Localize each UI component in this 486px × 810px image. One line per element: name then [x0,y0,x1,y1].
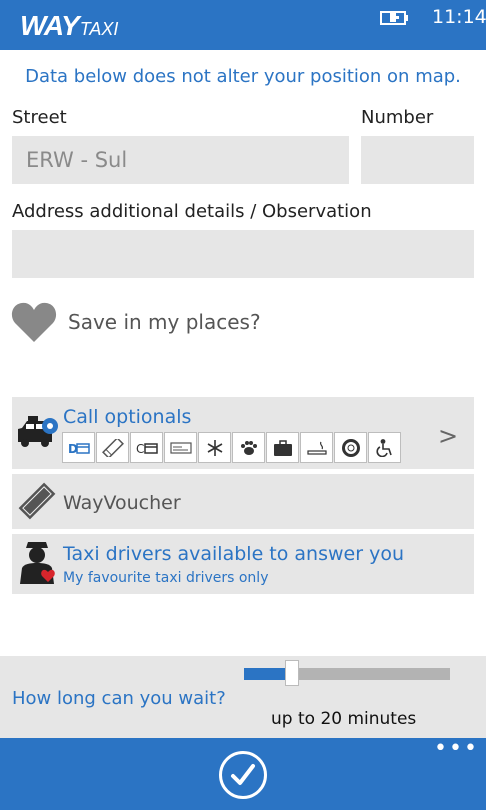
map-notice: Data below does not alter your position … [25,66,461,87]
lifebuoy-icon[interactable] [334,432,367,463]
credit-prefix: C [136,442,144,456]
air-conditioning-icon[interactable] [198,432,231,463]
wait-question-label: How long can you wait? [12,688,226,709]
clock: 11:14 [432,6,486,28]
wait-slider-fill [244,668,285,680]
drivers-title: Taxi drivers available to answer you [63,543,404,565]
wait-slider-thumb[interactable] [285,660,299,686]
status-bar: WAYTAXI 11:14 [0,0,486,50]
call-optionals-title: Call optionals [63,406,192,428]
taxi-settings-icon [18,416,58,447]
number-input[interactable] [361,136,474,184]
optionals-icon-row: D C [62,432,402,463]
voucher-icon [18,482,56,520]
cheque-icon[interactable] [164,432,197,463]
wheelchair-icon[interactable] [368,432,401,463]
smoking-icon[interactable] [300,432,333,463]
favourite-driver-icon [20,542,55,584]
drivers-subtitle: My favourite taxi drivers only [63,570,269,586]
more-options-icon[interactable]: ••• [434,738,479,760]
waytaxi-logo: WAYTAXI [20,10,118,42]
street-label: Street [12,107,67,128]
confirm-button[interactable] [219,751,267,799]
pet-paw-icon[interactable] [232,432,265,463]
debit-card-icon[interactable]: D [62,432,95,463]
checkmark-icon [231,764,255,785]
save-places-label: Save in my places? [68,310,261,334]
number-label: Number [361,107,434,128]
heart-icon [11,302,57,342]
chevron-right-icon[interactable]: > [438,422,458,450]
luggage-icon[interactable] [266,432,299,463]
logo-text: WAY [20,10,80,41]
details-input[interactable] [12,230,474,278]
street-input[interactable] [12,136,349,184]
logo-subtext: TAXI [79,19,119,39]
details-label: Address additional details / Observation [12,201,372,222]
save-places-toggle[interactable]: Save in my places? [10,298,310,346]
battery-charging-icon [380,11,408,25]
voucher-ticket-icon[interactable] [96,432,129,463]
credit-card-icon[interactable]: C [130,432,163,463]
wayvoucher-label: WayVoucher [63,492,181,514]
wait-value-label: up to 20 minutes [271,709,417,729]
